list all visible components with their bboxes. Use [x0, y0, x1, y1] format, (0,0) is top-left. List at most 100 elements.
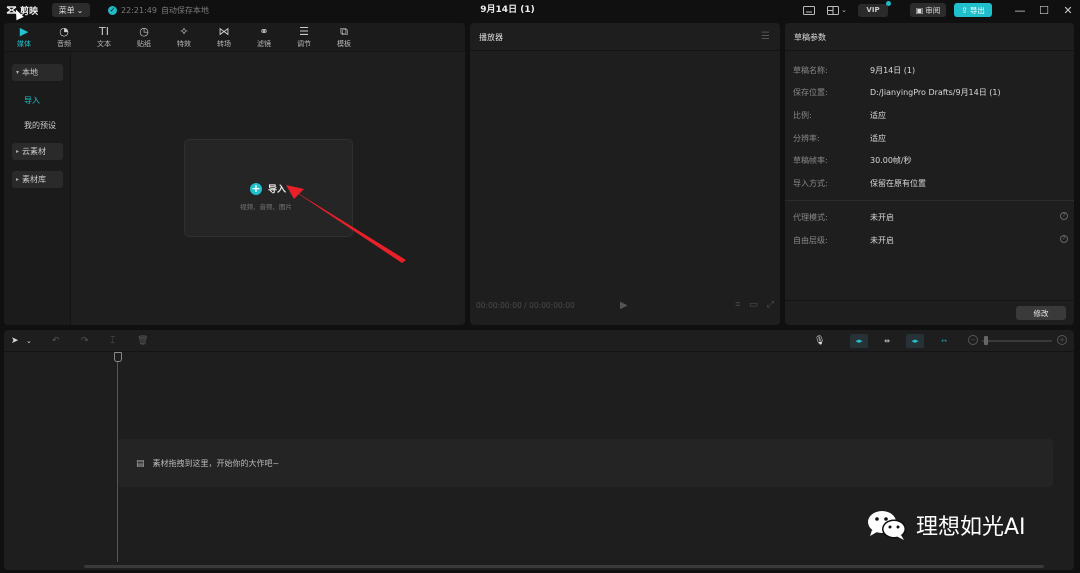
- caret-right-icon: ▸: [16, 148, 20, 155]
- tab-text[interactable]: TI 文本: [84, 23, 124, 52]
- fullscreen-icon[interactable]: ⤢: [767, 300, 774, 310]
- tab-label: 贴纸: [137, 40, 151, 48]
- main-track-magnet-toggle[interactable]: ◂▸: [850, 334, 868, 348]
- snap-icon: ⇹: [884, 337, 890, 345]
- undo-icon[interactable]: ↶: [52, 335, 60, 347]
- zoom-in-icon[interactable]: +: [1057, 335, 1067, 345]
- main-track-dropzone[interactable]: ▤ 素材拖拽到这里，开始你的大作吧~: [118, 439, 1053, 487]
- titlebar-right: ⌄ VIP ▣ 审阅 ⇪ 导出 — ☐ ✕: [802, 0, 1080, 20]
- vip-badge[interactable]: VIP: [858, 0, 891, 17]
- menu-label: 菜单: [58, 5, 75, 15]
- zoom-out-icon[interactable]: −: [968, 335, 978, 345]
- chevron-down-icon: ⌄: [841, 6, 847, 14]
- sticker-icon: ◷: [139, 25, 149, 38]
- close-button[interactable]: ✕: [1056, 0, 1080, 20]
- param-value: 30.00帧/秒: [870, 156, 912, 165]
- sidebar-label: 云素材: [22, 147, 47, 156]
- microphone-icon[interactable]: 🎙: [814, 335, 825, 347]
- player-timecode: 00:00:00:00 / 00:00:00:00: [476, 301, 575, 310]
- delete-icon[interactable]: 🗑: [137, 335, 148, 347]
- menu-icon[interactable]: ☰: [761, 31, 770, 42]
- sidebar-label: 导入: [24, 96, 40, 105]
- playhead-handle[interactable]: [114, 352, 122, 362]
- minimize-icon: —: [1014, 3, 1026, 17]
- player-tools: ⌗ ▭ ⤢: [735, 300, 774, 310]
- help-icon[interactable]: ?: [1060, 212, 1068, 220]
- sidebar-item-cloud[interactable]: ▸ 云素材: [12, 143, 63, 160]
- layout-icon[interactable]: ⌄: [826, 4, 848, 16]
- split-icon[interactable]: ⌶: [110, 335, 115, 347]
- tab-label: 滤镜: [257, 40, 271, 48]
- modify-label: 修改: [1033, 308, 1049, 318]
- adjust-icon: ☰: [299, 25, 309, 38]
- timeline-scrollbar[interactable]: [84, 565, 1044, 568]
- wechat-logo-icon: [868, 511, 906, 540]
- tab-audio[interactable]: ◔ 音频: [44, 23, 84, 52]
- redo-icon[interactable]: ↷: [81, 335, 89, 347]
- tab-label: 音频: [57, 40, 71, 48]
- export-icon: ⇪: [961, 5, 968, 15]
- param-value: 未开启: [870, 213, 894, 222]
- autosave-status: ✓ 22:21:49 自动保存本地: [108, 3, 209, 17]
- help-icon[interactable]: ?: [1060, 235, 1068, 243]
- media-panel: ▶ 媒体 ◔ 音频 TI 文本 ◷ 贴纸 ✧ 特效 ⋈ 转场 ⚭ 滤镜 ☰ 调节: [4, 23, 465, 325]
- params-title: 草稿参数: [794, 33, 826, 42]
- chevron-down-icon: ⌄: [76, 5, 84, 15]
- keyboard-icon[interactable]: [802, 4, 816, 16]
- zoom-slider[interactable]: [982, 340, 1052, 342]
- sidebar-item-library[interactable]: ▸ 素材库: [12, 171, 63, 188]
- select-tool-icon[interactable]: ➤: [11, 335, 19, 347]
- crop-icon[interactable]: ⌗: [735, 300, 740, 310]
- tab-transition[interactable]: ⋈ 转场: [204, 23, 244, 52]
- menu-button[interactable]: 菜单 ⌄: [52, 3, 90, 17]
- tab-sticker[interactable]: ◷ 贴纸: [124, 23, 164, 52]
- tab-label: 媒体: [17, 40, 31, 48]
- player-title: 播放器: [479, 33, 503, 42]
- minimize-button[interactable]: —: [1008, 0, 1032, 20]
- snap-toggle[interactable]: ⇹: [878, 334, 896, 348]
- close-icon: ✕: [1063, 3, 1073, 17]
- sidebar-item-local[interactable]: ▾ 本地: [12, 64, 63, 81]
- modify-button[interactable]: 修改: [1016, 306, 1066, 320]
- sidebar-label: 本地: [22, 68, 39, 77]
- red-arrow-annotation: [286, 185, 406, 263]
- param-value: 9月14日 (1): [870, 66, 916, 75]
- param-row-framerate: 草稿帧率: 30.00帧/秒: [793, 155, 1068, 167]
- param-key: 草稿名称:: [793, 66, 828, 75]
- tab-effects[interactable]: ✧ 特效: [164, 23, 204, 52]
- link-toggle[interactable]: ◂▸: [906, 334, 924, 348]
- review-button[interactable]: ▣ 审阅: [910, 3, 946, 17]
- sidebar-label: 我的预设: [24, 121, 56, 130]
- tab-filter[interactable]: ⚭ 滤镜: [244, 23, 284, 52]
- tab-label: 调节: [297, 40, 311, 48]
- sidebar-item-import[interactable]: 导入: [12, 92, 63, 109]
- text-icon: TI: [99, 25, 109, 38]
- param-key: 导入方式:: [793, 179, 828, 188]
- media-tab-bar: ▶ 媒体 ◔ 音频 TI 文本 ◷ 贴纸 ✧ 特效 ⋈ 转场 ⚭ 滤镜 ☰ 调节: [4, 23, 465, 52]
- tab-label: 特效: [177, 40, 191, 48]
- preview-axis-toggle[interactable]: ⇿: [935, 334, 953, 348]
- ratio-icon[interactable]: ▭: [749, 300, 758, 310]
- chevron-down-icon[interactable]: ⌄: [26, 335, 32, 347]
- player-header: 播放器 ☰: [470, 23, 780, 51]
- param-value: D:/JianyingPro Drafts/9月14日 (1): [870, 88, 1001, 97]
- axis-icon: ⇿: [941, 337, 947, 345]
- maximize-icon: ☐: [1039, 3, 1049, 17]
- film-icon: ▤: [136, 458, 145, 469]
- effects-icon: ✧: [179, 25, 189, 38]
- tab-label: 转场: [217, 40, 231, 48]
- sidebar-label: 素材库: [22, 175, 47, 184]
- export-button[interactable]: ⇪ 导出: [954, 3, 992, 17]
- filter-icon: ⚭: [259, 25, 269, 38]
- maximize-button[interactable]: ☐: [1032, 0, 1056, 20]
- zoom-slider-handle[interactable]: [984, 336, 988, 345]
- param-row-resolution: 分辨率: 适应: [793, 133, 1068, 145]
- tab-template[interactable]: ⧉ 模板: [324, 23, 364, 52]
- tab-adjust[interactable]: ☰ 调节: [284, 23, 324, 52]
- play-button[interactable]: ▶: [620, 300, 628, 311]
- import-button[interactable]: + 导入: [250, 182, 286, 195]
- sidebar-item-my-presets[interactable]: 我的预设: [12, 117, 63, 134]
- tab-media[interactable]: ▶ 媒体: [4, 23, 44, 52]
- review-icon: ▣: [915, 5, 924, 15]
- watermark-text: 理想如光AI: [916, 515, 1026, 540]
